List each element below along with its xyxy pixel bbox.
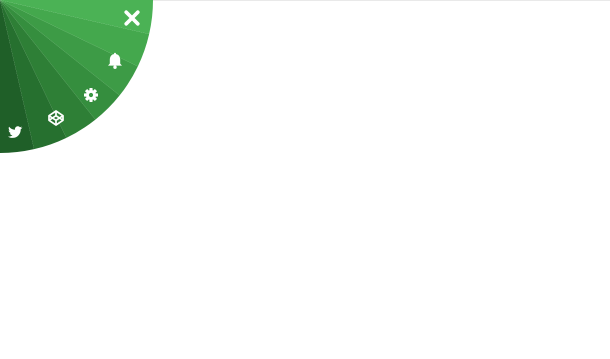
radial-menu-graphic xyxy=(0,0,153,153)
gear-icon[interactable] xyxy=(84,88,98,102)
radial-menu-wedges xyxy=(0,0,153,153)
radial-menu xyxy=(0,0,154,154)
